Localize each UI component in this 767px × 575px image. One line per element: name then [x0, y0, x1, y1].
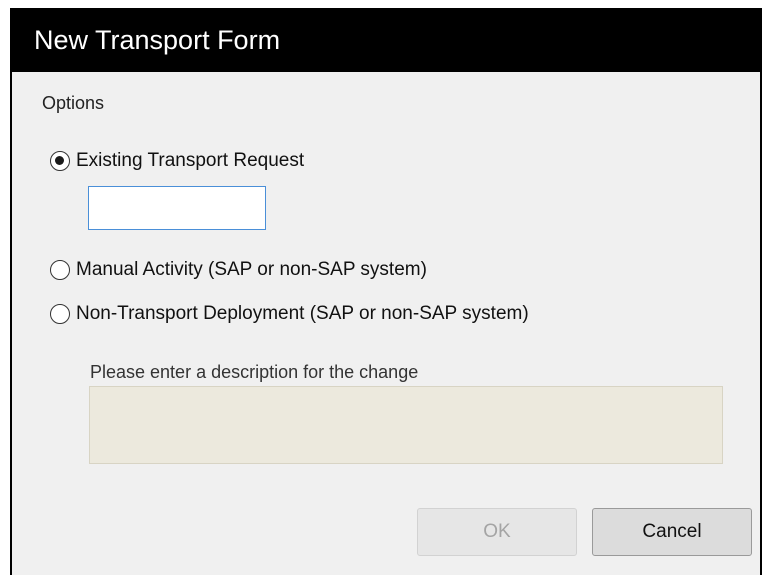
dialog-title-bar[interactable]: New Transport Form: [10, 8, 762, 72]
radio-label-non-transport-deployment: Non-Transport Deployment (SAP or non-SAP…: [76, 303, 529, 324]
radio-button-unchecked[interactable]: [50, 304, 70, 324]
radio-button-unchecked[interactable]: [50, 260, 70, 280]
radio-existing-transport-request[interactable]: Existing Transport Request: [50, 148, 304, 174]
ok-button[interactable]: OK: [417, 508, 577, 556]
radio-non-transport-deployment[interactable]: Non-Transport Deployment (SAP or non-SAP…: [50, 301, 529, 327]
description-textarea[interactable]: [89, 386, 723, 464]
dialog-title: New Transport Form: [34, 25, 281, 55]
radio-label-existing-transport: Existing Transport Request: [76, 150, 305, 171]
description-label: Please enter a description for the chang…: [90, 362, 419, 382]
radio-button-checked[interactable]: [50, 151, 70, 171]
transport-request-input[interactable]: [88, 186, 266, 230]
transport-dialog: New Transport Form Options Existing Tran…: [10, 8, 762, 575]
radio-manual-activity[interactable]: Manual Activity (SAP or non-SAP system): [50, 257, 427, 283]
radio-label-manual-activity: Manual Activity (SAP or non-SAP system): [76, 259, 427, 280]
cancel-button[interactable]: Cancel: [592, 508, 752, 556]
options-label: Options: [42, 93, 105, 113]
